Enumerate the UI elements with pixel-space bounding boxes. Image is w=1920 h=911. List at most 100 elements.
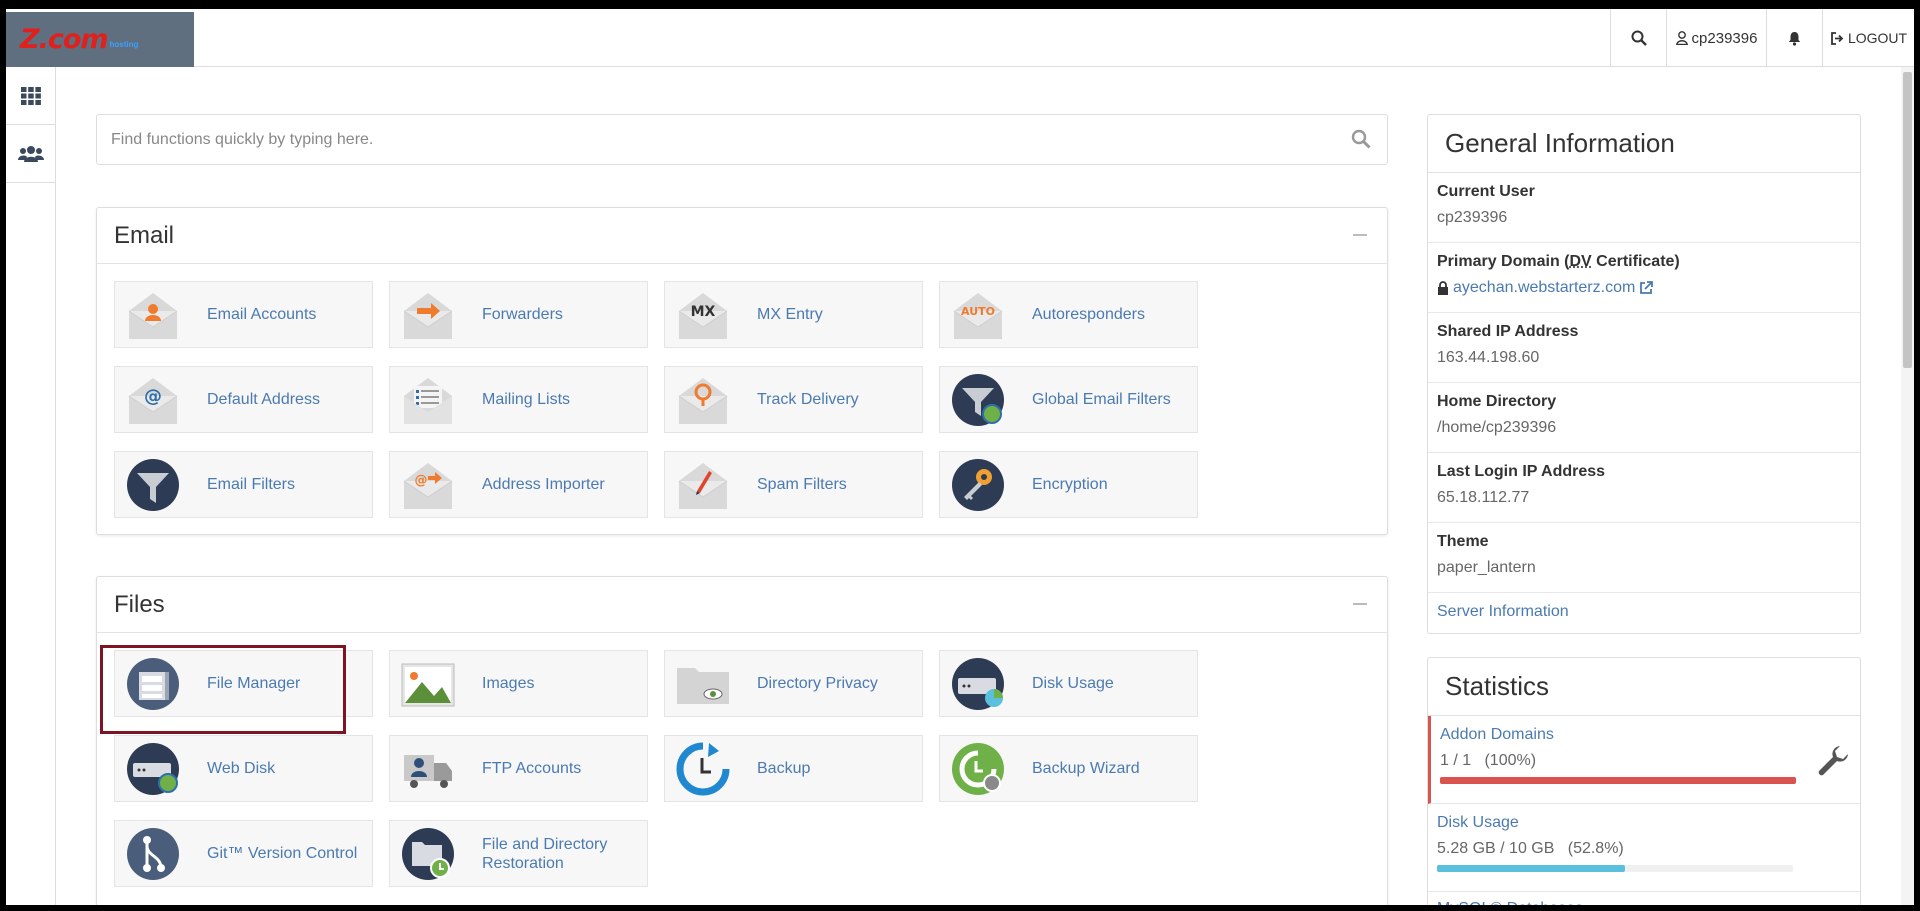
auto-text: AUTO <box>961 305 995 318</box>
disk-usage-label: Disk Usage <box>1032 674 1114 693</box>
global-email-filters-item[interactable]: Global Email Filters <box>939 366 1198 433</box>
file-directory-restoration-label: File and Directory Restoration <box>482 835 647 873</box>
home-directory-label: Home Directory <box>1437 393 1851 411</box>
primary-domain-row: Primary Domain (DV Certificate) ayechan.… <box>1428 243 1860 313</box>
disk-usage-value: 5.28 GB / 10 GB (52.8%) <box>1437 840 1851 858</box>
user-menu-button[interactable]: cp239396 <box>1666 9 1766 67</box>
git-version-control-label: Git™ Version Control <box>207 844 357 863</box>
username-label: cp239396 <box>1692 30 1758 47</box>
search-icon[interactable] <box>1351 129 1371 154</box>
forwarders-icon <box>400 287 456 343</box>
primary-domain-text: ayechan.webstarterz.com <box>1453 279 1635 297</box>
disk-usage-link[interactable]: Disk Usage <box>1437 814 1851 832</box>
function-search-input[interactable] <box>111 131 1331 149</box>
addon-domains-bar <box>1440 777 1796 784</box>
mysql-stat: MySQL® Databases <box>1428 892 1860 911</box>
encryption-label: Encryption <box>1032 475 1108 494</box>
logout-button[interactable]: LOGOUT <box>1822 9 1914 67</box>
backup-icon <box>675 741 731 797</box>
images-item[interactable]: Images <box>389 650 648 717</box>
sidebar-item-users[interactable] <box>6 125 56 183</box>
theme-label: Theme <box>1437 533 1851 551</box>
file-manager-icon <box>125 656 181 712</box>
users-icon <box>18 145 44 163</box>
disk-usage-bar-fill <box>1437 865 1625 872</box>
encryption-item[interactable]: Encryption <box>939 451 1198 518</box>
directory-privacy-label: Directory Privacy <box>757 674 878 693</box>
logo[interactable]: Z.com hosting <box>6 12 194 67</box>
file-directory-restoration-item[interactable]: File and Directory Restoration <box>389 820 648 887</box>
notifications-button[interactable] <box>1766 9 1822 67</box>
addon-domains-value: 1 / 1 (100%) <box>1440 752 1851 770</box>
files-panel-header: Files <box>97 577 1387 633</box>
mx-entry-label: MX Entry <box>757 305 823 324</box>
mailing-lists-item[interactable]: Mailing Lists <box>389 366 648 433</box>
bell-icon <box>1788 31 1801 46</box>
mailing-lists-label: Mailing Lists <box>482 390 570 409</box>
email-filters-label: Email Filters <box>207 475 295 494</box>
address-importer-item[interactable]: @ Address Importer <box>389 451 648 518</box>
web-disk-item[interactable]: Web Disk <box>114 735 373 802</box>
collapse-files-button[interactable] <box>1353 603 1367 605</box>
email-accounts-item[interactable]: Email Accounts <box>114 281 373 348</box>
shared-ip-row: Shared IP Address 163.44.198.60 <box>1428 313 1860 383</box>
statistics-title: Statistics <box>1428 658 1860 716</box>
git-version-control-item[interactable]: Git™ Version Control <box>114 820 373 887</box>
spam-filters-item[interactable]: Spam Filters <box>664 451 923 518</box>
directory-privacy-icon <box>675 656 731 712</box>
backup-wizard-item[interactable]: Backup Wizard <box>939 735 1198 802</box>
autoresponders-label: Autoresponders <box>1032 305 1145 324</box>
email-accounts-label: Email Accounts <box>207 305 316 324</box>
default-address-item[interactable]: @ Default Address <box>114 366 373 433</box>
mx-entry-icon: MX <box>675 287 731 343</box>
email-filters-item[interactable]: Email Filters <box>114 451 373 518</box>
images-icon <box>400 656 456 712</box>
current-user-row: Current User cp239396 <box>1428 173 1860 243</box>
mailing-lists-icon <box>400 372 456 428</box>
default-address-icon: @ <box>125 372 181 428</box>
logo-subtext: hosting <box>110 40 139 49</box>
general-information-panel: General Information Current User cp23939… <box>1427 114 1861 634</box>
sidebar-item-home[interactable] <box>6 67 56 125</box>
user-icon <box>1676 31 1688 45</box>
primary-domain-link[interactable]: ayechan.webstarterz.com <box>1437 279 1851 297</box>
restoration-icon <box>400 826 456 882</box>
images-label: Images <box>482 674 534 693</box>
ftp-accounts-label: FTP Accounts <box>482 759 581 778</box>
encryption-icon <box>950 457 1006 513</box>
collapse-email-button[interactable] <box>1353 234 1367 236</box>
wrench-icon[interactable] <box>1816 744 1850 783</box>
last-login-row: Last Login IP Address 65.18.112.77 <box>1428 453 1860 523</box>
server-information-link[interactable]: Server Information <box>1437 603 1569 620</box>
email-filters-icon <box>125 457 181 513</box>
primary-domain-label-suffix: Certificate) <box>1592 253 1680 270</box>
git-icon <box>125 826 181 882</box>
mysql-link[interactable]: MySQL® Databases <box>1437 900 1851 911</box>
left-sidebar <box>6 67 56 911</box>
addon-domains-link[interactable]: Addon Domains <box>1440 726 1851 744</box>
addon-domains-bar-fill <box>1440 777 1796 784</box>
track-delivery-icon <box>675 372 731 428</box>
mx-entry-item[interactable]: MX MX Entry <box>664 281 923 348</box>
grid-icon <box>21 87 41 105</box>
backup-item[interactable]: Backup <box>664 735 923 802</box>
forwarders-item[interactable]: Forwarders <box>389 281 648 348</box>
search-icon <box>1631 30 1647 46</box>
primary-domain-label: Primary Domain (DV Certificate) <box>1437 253 1851 271</box>
spam-filters-icon <box>675 457 731 513</box>
logout-label: LOGOUT <box>1848 30 1907 46</box>
disk-usage-item[interactable]: Disk Usage <box>939 650 1198 717</box>
header-search-button[interactable] <box>1610 9 1666 67</box>
file-manager-item[interactable]: File Manager <box>114 650 373 717</box>
directory-privacy-item[interactable]: Directory Privacy <box>664 650 923 717</box>
lock-icon <box>1437 281 1449 295</box>
statistics-panel: Statistics Addon Domains 1 / 1 (100%) Di… <box>1427 657 1861 911</box>
ftp-accounts-item[interactable]: FTP Accounts <box>389 735 648 802</box>
logo-text: Z.com <box>20 24 108 55</box>
track-delivery-item[interactable]: Track Delivery <box>664 366 923 433</box>
svg-text:@: @ <box>415 473 428 488</box>
autoresponders-item[interactable]: AUTO Autoresponders <box>939 281 1198 348</box>
page-scrollbar-thumb[interactable] <box>1903 72 1912 368</box>
function-search[interactable] <box>96 114 1388 165</box>
theme-value: paper_lantern <box>1437 559 1851 577</box>
